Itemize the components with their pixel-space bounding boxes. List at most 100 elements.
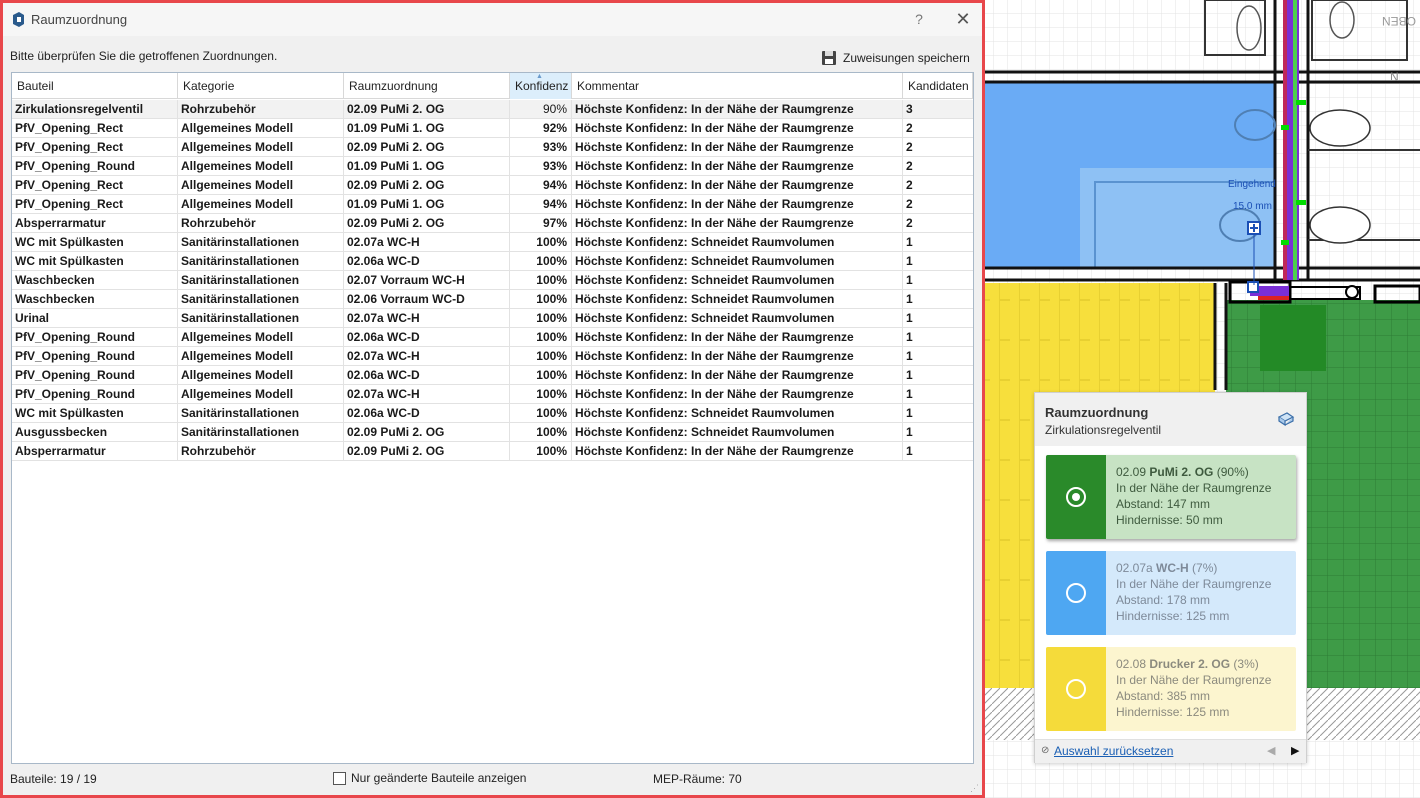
cell-konfidenz: 100% [510,328,572,347]
table-row[interactable]: PfV_Opening_Rect Allgemeines Modell 01.09 … [12,119,973,138]
cell-konfidenz: 97% [510,214,572,233]
table-row[interactable]: PfV_Opening_Round Allgemeines Modell 02.06… [12,366,973,385]
column-header-kategorie[interactable]: Kategorie [178,73,344,99]
column-header-kommentar[interactable]: Kommentar [572,73,903,99]
reset-selection-link[interactable]: Auswahl zurücksetzen [1054,744,1173,758]
cell-kandidaten: 3 [906,102,913,116]
candidate-obstacles: Hindernisse: 50 mm [1116,513,1223,527]
status-bar: Bauteile: 19 / 19 Nur geänderte Bauteile… [10,771,975,789]
table-body: Zirkulationsregelventil Rohrzubehör 02.09 … [12,100,973,461]
candidate-distance: Abstand: 385 mm [1116,689,1211,703]
cell-kategorie: Allgemeines Modell [178,195,344,214]
cell-raumzuordnung: 02.06a WC-D [344,366,510,385]
table-row[interactable]: PfV_Opening_Round Allgemeines Modell 02.07… [12,347,973,366]
candidate-card[interactable]: 02.08 Drucker 2. OG (3%) In der Nähe der … [1046,647,1296,731]
table-row[interactable]: PfV_Opening_Rect Allgemeines Modell 02.09 … [12,176,973,195]
candidate-room-line: 02.07a WC-H (7%) [1116,560,1271,576]
table-row[interactable]: Waschbecken Sanitärinstallationen 02.06 Vo… [12,290,973,309]
table-row[interactable]: Ausgussbecken Sanitärinstallationen 02.09 … [12,423,973,442]
cell-kandidaten: 2 [906,178,913,192]
table-row[interactable]: Waschbecken Sanitärinstallationen 02.07 Vo… [12,271,973,290]
column-header-label: Kommentar [577,79,640,93]
table-row[interactable]: PfV_Opening_Round Allgemeines Modell 01.09… [12,157,973,176]
cell-kategorie: Rohrzubehör [178,100,344,119]
only-changed-checkbox[interactable]: Nur geänderte Bauteile anzeigen [333,771,526,785]
sort-ascending-icon: ▲ [536,73,543,80]
cell-kategorie: Sanitärinstallationen [178,309,344,328]
table-row[interactable]: WC mit Spülkasten Sanitärinstallationen 02… [12,404,973,423]
cell-kommentar: Höchste Konfidenz: In der Nähe der Raumg… [572,385,903,404]
cell-kandidaten: 1 [906,273,913,287]
candidate-panel-subtitle: Zirkulationsregelventil [1045,423,1162,437]
cell-bauteil: PfV_Opening_Round [12,328,178,347]
previous-arrow-icon[interactable]: ◀ [1267,744,1275,757]
table-row[interactable]: PfV_Opening_Round Allgemeines Modell 02.06… [12,328,973,347]
cell-kategorie: Allgemeines Modell [178,385,344,404]
candidate-distance: Abstand: 178 mm [1116,593,1211,607]
assignment-table[interactable]: Bauteil Kategorie Raumzuordnung ▲ Konfide… [11,72,974,764]
next-arrow-icon[interactable]: ▶ [1291,744,1299,757]
cell-raumzuordnung: 02.06 Vorraum WC-D [344,290,510,309]
radio-unselected-icon[interactable] [1066,679,1086,699]
column-header-bauteil[interactable]: Bauteil [12,73,178,99]
column-header-konfidenz[interactable]: ▲ Konfidenz [510,73,572,99]
cell-kategorie: Allgemeines Modell [178,138,344,157]
title-bar[interactable]: Raumzuordnung ? ✕ [3,3,982,36]
cell-kommentar: Höchste Konfidenz: Schneidet Raumvolumen [572,404,903,423]
cell-bauteil: PfV_Opening_Round [12,347,178,366]
table-row[interactable]: PfV_Opening_Rect Allgemeines Modell 02.09 … [12,138,973,157]
candidate-room-line: 02.08 Drucker 2. OG (3%) [1116,656,1271,672]
radio-unselected-icon[interactable] [1066,583,1086,603]
cell-bauteil: PfV_Opening_Rect [12,176,178,195]
cell-kategorie: Sanitärinstallationen [178,271,344,290]
cell-konfidenz: 93% [510,138,572,157]
cell-kommentar: Höchste Konfidenz: In der Nähe der Raumg… [572,328,903,347]
cell-bauteil: Absperrarmatur [12,442,178,461]
room-eraser-icon[interactable] [1277,411,1295,427]
cell-kommentar: Höchste Konfidenz: In der Nähe der Raumg… [572,195,903,214]
table-row[interactable]: PfV_Opening_Round Allgemeines Modell 02.07… [12,385,973,404]
cell-konfidenz: 100% [510,366,572,385]
cell-kommentar: Höchste Konfidenz: Schneidet Raumvolumen [572,309,903,328]
column-header-label: Bauteil [17,79,54,93]
cell-kategorie: Allgemeines Modell [178,328,344,347]
cell-bauteil: Absperrarmatur [12,214,178,233]
column-header-raumzuordnung[interactable]: Raumzuordnung [344,73,510,99]
floppy-disk-icon [822,51,836,65]
candidate-room-code: 02.09 [1116,465,1147,479]
cell-kandidaten: 1 [906,254,913,268]
save-assignments-button[interactable]: Zuweisungen speichern [821,47,970,69]
cell-konfidenz: 100% [510,271,572,290]
reset-icon: ⊘ [1041,745,1050,756]
cell-kandidaten: 2 [906,159,913,173]
table-row[interactable]: WC mit Spülkasten Sanitärinstallationen 02… [12,252,973,271]
table-row[interactable]: Urinal Sanitärinstallationen 02.07a WC-H 10… [12,309,973,328]
cell-bauteil: Zirkulationsregelventil [12,100,178,119]
help-button[interactable]: ? [909,9,929,29]
table-row[interactable]: WC mit Spülkasten Sanitärinstallationen 02… [12,233,973,252]
checkbox-box[interactable] [333,771,346,785]
close-button[interactable]: ✕ [953,9,973,29]
cell-konfidenz: 100% [510,423,572,442]
cell-kommentar: Höchste Konfidenz: In der Nähe der Raumg… [572,100,903,119]
table-row[interactable]: PfV_Opening_Rect Allgemeines Modell 01.09 … [12,195,973,214]
resize-grip-icon[interactable]: ⋰ [970,783,980,793]
cell-konfidenz: 100% [510,385,572,404]
candidate-card[interactable]: 02.09 PuMi 2. OG (90%) In der Nähe der Ra… [1046,455,1296,539]
cell-kandidaten: 1 [906,406,913,420]
candidate-card[interactable]: 02.07a WC-H (7%) In der Nähe der Raumgren… [1046,551,1296,635]
table-row[interactable]: Absperrarmatur Rohrzubehör 02.09 PuMi 2. O… [12,214,973,233]
room-color-swatch [1046,551,1106,635]
radio-selected-icon[interactable] [1066,487,1086,507]
candidate-obstacles: Hindernisse: 125 mm [1116,609,1230,623]
candidate-room-name: WC-H [1156,561,1189,575]
cell-kommentar: Höchste Konfidenz: Schneidet Raumvolumen [572,252,903,271]
radio-dot [1072,493,1080,501]
table-row[interactable]: Absperrarmatur Rohrzubehör 02.09 PuMi 2. O… [12,442,973,461]
cell-raumzuordnung: 01.09 PuMi 1. OG [344,119,510,138]
viewcube-label-oben[interactable]: OBEN [1382,14,1416,28]
cell-kandidaten: 1 [906,292,913,306]
candidate-reason: In der Nähe der Raumgrenze [1116,481,1272,495]
table-row[interactable]: Zirkulationsregelventil Rohrzubehör 02.09 … [12,100,973,119]
column-header-kandidaten[interactable]: Kandidaten [903,73,973,99]
